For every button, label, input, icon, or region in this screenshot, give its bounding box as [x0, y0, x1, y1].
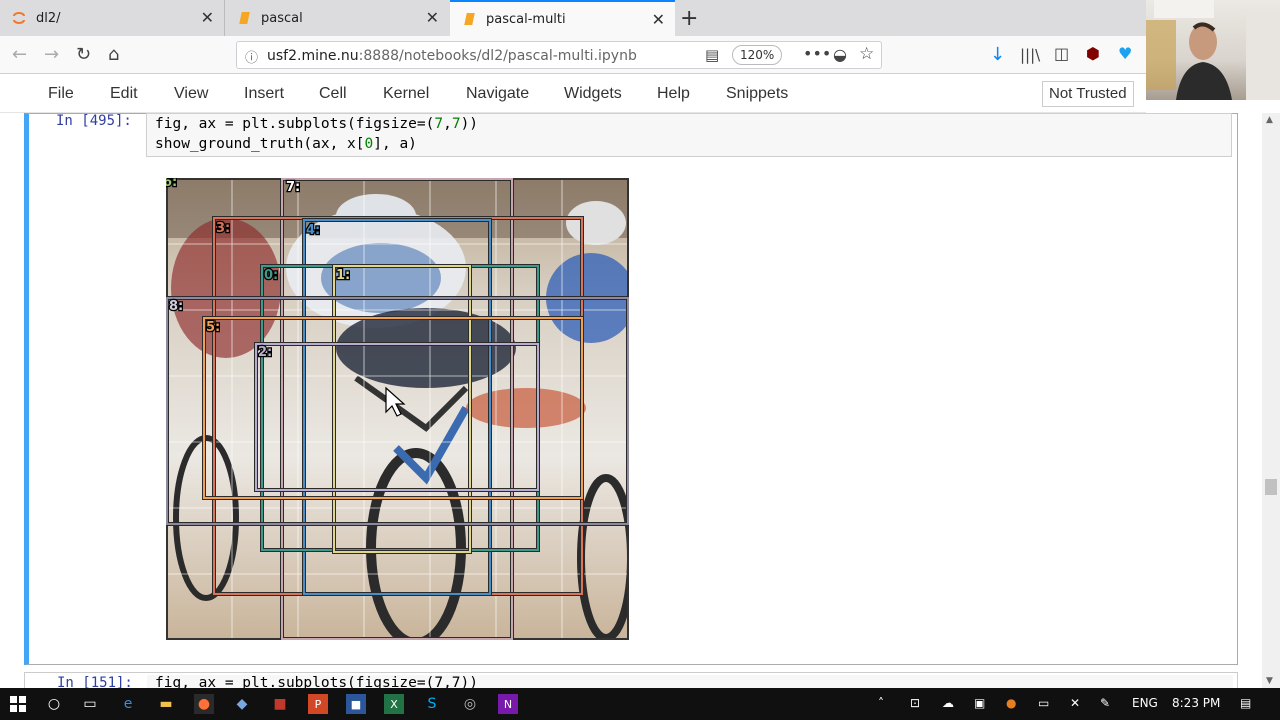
- tab-label: pascal: [261, 10, 303, 26]
- bbox-label: 0:: [264, 268, 278, 283]
- windows-start-icon[interactable]: [8, 694, 28, 714]
- menu-snippets[interactable]: Snippets: [726, 85, 788, 103]
- code-editor[interactable]: fig, ax = plt.subplots(figsize=(7,7)): [147, 675, 1233, 688]
- skype-icon[interactable]: S: [422, 694, 442, 714]
- bbox-label: 1:: [336, 268, 350, 283]
- network-icon[interactable]: ▭: [1038, 696, 1049, 710]
- tray-icon[interactable]: ⊡: [910, 696, 920, 710]
- tab-label: pascal-multi: [486, 11, 566, 27]
- tray-icon[interactable]: ●: [1006, 696, 1016, 710]
- app-icon[interactable]: ◎: [460, 694, 480, 714]
- webcam-overlay: [1146, 0, 1280, 100]
- twitter-icon[interactable]: ♥: [1118, 44, 1132, 63]
- menu-file[interactable]: File: [48, 85, 74, 103]
- notebook-icon: [237, 11, 251, 25]
- scrollbar-thumb[interactable]: [1265, 479, 1277, 495]
- onedrive-icon[interactable]: ☁: [942, 696, 954, 710]
- tab-pascal[interactable]: pascal ✕: [224, 0, 449, 36]
- bbox-label: 3:: [216, 221, 230, 236]
- tab-pascal-multi[interactable]: pascal-multi ✕: [450, 0, 675, 36]
- download-icon[interactable]: ↓: [990, 44, 1005, 65]
- tray-icon[interactable]: ▣: [974, 696, 985, 710]
- forward-icon[interactable]: →: [44, 44, 59, 65]
- sidebar-icon[interactable]: ◫: [1054, 44, 1069, 63]
- zoom-level[interactable]: 120%: [732, 45, 783, 65]
- bbox-label: 6:: [166, 178, 177, 190]
- notebook-icon: [462, 12, 476, 26]
- scroll-up-icon[interactable]: ▲: [1266, 115, 1273, 125]
- tab-label: dl2/: [36, 10, 61, 26]
- cell-prompt: In [151]:: [57, 675, 133, 688]
- excel-icon[interactable]: X: [384, 694, 404, 714]
- menu-help[interactable]: Help: [657, 85, 690, 103]
- close-tab-icon[interactable]: ✕: [652, 12, 665, 28]
- language-indicator[interactable]: ENG: [1132, 696, 1158, 710]
- more-actions-icon[interactable]: •••: [803, 44, 831, 63]
- file-explorer-icon[interactable]: ▬: [156, 694, 176, 714]
- navigation-toolbar: ← → ↻ ⌂ ⓘ usf2.mine.nu:8888/notebooks/dl…: [0, 36, 1146, 74]
- pen-icon[interactable]: ✎: [1100, 696, 1110, 710]
- ground-truth-plot: 6: 7: 3: 4: 0: 1: 8: 5: 2:: [162, 174, 636, 648]
- tab-strip: dl2/ ✕ pascal ✕ pascal-multi ✕ +: [0, 0, 1146, 36]
- windows-taskbar: ○ ▭ e ▬ ● ◆ ■ P ■ X S ◎ N ˄ ⊡ ☁ ▣ ● ▭ ✕ …: [0, 688, 1280, 720]
- menu-widgets[interactable]: Widgets: [564, 85, 622, 103]
- menu-insert[interactable]: Insert: [244, 85, 284, 103]
- app-icon[interactable]: ■: [346, 694, 366, 714]
- url-bar[interactable]: ⓘ usf2.mine.nu:8888/notebooks/dl2/pascal…: [236, 41, 882, 69]
- library-icon[interactable]: |||\: [1020, 46, 1040, 64]
- firefox-icon[interactable]: ●: [194, 694, 214, 714]
- notebook-menubar: File Edit View Insert Cell Kernel Naviga…: [0, 75, 1146, 113]
- menu-edit[interactable]: Edit: [110, 85, 138, 103]
- edge-icon[interactable]: e: [118, 694, 138, 714]
- ublock-icon[interactable]: ⬢: [1086, 44, 1100, 63]
- acrobat-icon[interactable]: ■: [270, 694, 290, 714]
- back-icon[interactable]: ←: [12, 44, 27, 65]
- pocket-icon[interactable]: ◒: [833, 45, 847, 64]
- menu-kernel[interactable]: Kernel: [383, 85, 429, 103]
- new-tab-icon[interactable]: +: [680, 6, 698, 31]
- close-tab-icon[interactable]: ✕: [201, 10, 214, 26]
- scroll-down-icon[interactable]: ▼: [1266, 676, 1273, 686]
- menu-cell[interactable]: Cell: [319, 85, 347, 103]
- home-icon[interactable]: ⌂: [108, 44, 119, 65]
- cell-prompt: In [495]:: [56, 113, 132, 129]
- bbox-label: 5:: [206, 320, 220, 335]
- cyclist-image: 6: 7: 3: 4: 0: 1: 8: 5: 2:: [162, 174, 636, 648]
- url-text: usf2.mine.nu:8888/notebooks/dl2/pascal-m…: [267, 48, 637, 64]
- trust-status-button[interactable]: Not Trusted: [1042, 81, 1134, 107]
- close-tab-icon[interactable]: ✕: [426, 10, 439, 26]
- reload-icon[interactable]: ↻: [76, 44, 91, 65]
- action-center-icon[interactable]: ▤: [1240, 696, 1251, 710]
- bbox-label: 8:: [169, 299, 183, 314]
- menu-navigate[interactable]: Navigate: [466, 85, 529, 103]
- vertical-scrollbar[interactable]: ▲ ▼: [1262, 113, 1280, 688]
- bbox-label: 4:: [306, 223, 320, 238]
- reader-view-icon[interactable]: ▤: [705, 46, 719, 64]
- tray-expand-icon[interactable]: ˄: [878, 696, 884, 710]
- volume-muted-icon[interactable]: ✕: [1070, 696, 1080, 710]
- jupyter-icon: [12, 11, 26, 25]
- menu-view[interactable]: View: [174, 85, 208, 103]
- clock[interactable]: 8:23 PM: [1172, 696, 1220, 710]
- task-view-icon[interactable]: ▭: [80, 694, 100, 714]
- cortana-icon[interactable]: ○: [44, 694, 64, 714]
- bbox-label: 2:: [258, 345, 272, 360]
- bookmark-star-icon[interactable]: ☆: [859, 44, 874, 64]
- onenote-icon[interactable]: N: [498, 694, 518, 714]
- powerpoint-icon[interactable]: P: [308, 694, 328, 714]
- code-editor[interactable]: fig, ax = plt.subplots(figsize=(7,7)) sh…: [146, 113, 1232, 157]
- tab-dl2[interactable]: dl2/ ✕: [0, 0, 224, 36]
- app-icon[interactable]: ◆: [232, 694, 252, 714]
- bbox-label: 7:: [286, 180, 300, 195]
- info-icon[interactable]: ⓘ: [245, 47, 258, 66]
- next-code-cell[interactable]: In [151]: fig, ax = plt.subplots(figsize…: [24, 672, 1238, 688]
